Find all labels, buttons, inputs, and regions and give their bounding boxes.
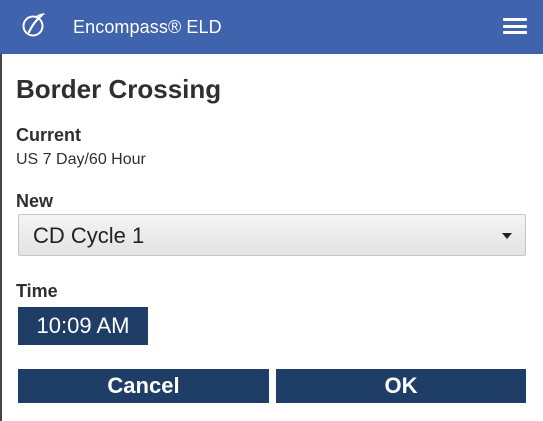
menu-bar-top [503,18,527,21]
new-cycle-selected-value: CD Cycle 1 [33,223,145,248]
menu-bar-bottom [503,31,527,34]
ok-button[interactable]: OK [276,369,526,403]
encompass-logo-icon [22,13,45,37]
caret-down-icon [502,233,512,239]
hamburger-menu-icon[interactable] [501,14,529,38]
cancel-button[interactable]: Cancel [18,369,269,403]
current-label: Current [16,125,82,145]
page-title: Border Crossing [16,74,222,104]
menu-bar-middle [503,24,527,28]
new-cycle-select[interactable]: CD Cycle 1 [18,214,526,256]
current-value: US 7 Day/60 Hour [16,151,146,168]
app-header: Encompass® ELD [0,0,543,54]
app-title: Encompass® ELD [73,17,222,37]
new-label: New [16,191,54,211]
time-picker-button[interactable]: 10:09 AM [18,307,148,345]
time-label: Time [16,281,58,301]
screen-edge [0,54,2,421]
